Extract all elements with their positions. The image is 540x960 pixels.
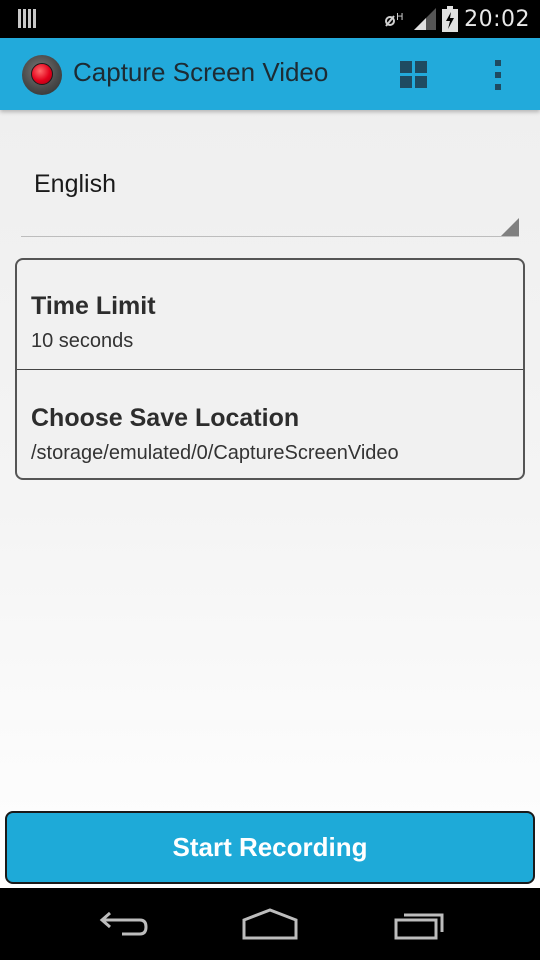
settings-card: Time Limit 10 seconds Choose Save Locati… xyxy=(15,258,525,480)
overflow-menu-icon[interactable] xyxy=(490,58,506,92)
setting-summary: 10 seconds xyxy=(31,330,134,352)
setting-title: Choose Save Location xyxy=(31,404,300,432)
grid-icon[interactable] xyxy=(400,61,428,89)
back-icon[interactable] xyxy=(92,906,152,942)
language-value: English xyxy=(34,170,116,198)
barcode-icon xyxy=(18,9,36,28)
record-camera-icon[interactable] xyxy=(22,55,62,95)
battery-charging-icon xyxy=(442,6,459,32)
nfc-icon: H xyxy=(385,12,404,27)
language-spinner[interactable]: English xyxy=(21,162,519,237)
signal-icon xyxy=(414,8,437,30)
navigation-bar xyxy=(0,888,540,960)
status-icons: H 20:02 xyxy=(384,0,530,38)
start-recording-button[interactable]: Start Recording xyxy=(5,811,535,884)
setting-title: Time Limit xyxy=(31,292,156,320)
main-content: English Time Limit 10 seconds Choose Sav… xyxy=(0,110,540,888)
app-title: Capture Screen Video xyxy=(73,57,329,87)
dropdown-arrow-icon xyxy=(501,218,519,236)
setting-save-location[interactable]: Choose Save Location /storage/emulated/0… xyxy=(17,370,523,480)
status-bar: H 20:02 xyxy=(0,0,540,38)
status-time: 20:02 xyxy=(464,6,530,32)
svg-text:H: H xyxy=(396,12,404,23)
action-bar: Capture Screen Video xyxy=(0,38,540,110)
recents-icon[interactable] xyxy=(392,906,452,942)
home-icon[interactable] xyxy=(240,906,300,942)
setting-summary: /storage/emulated/0/CaptureScreenVideo xyxy=(31,442,399,464)
setting-time-limit[interactable]: Time Limit 10 seconds xyxy=(17,260,523,370)
